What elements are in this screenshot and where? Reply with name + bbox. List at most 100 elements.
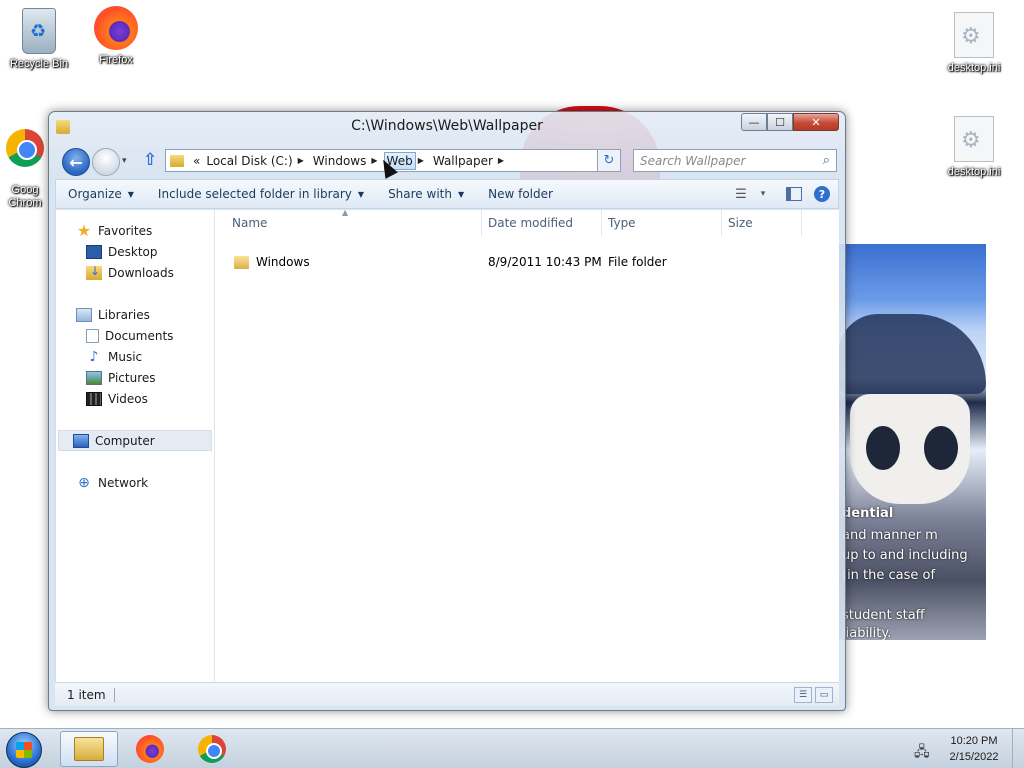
file-date-modified: 8/9/2011 10:43 PM — [488, 255, 602, 269]
wallpaper-text-line: (in the case of — [842, 568, 936, 583]
column-headers: ▲ Name Date modified Type Size — [216, 208, 840, 236]
maximize-button[interactable]: ☐ — [767, 113, 793, 131]
nav-music[interactable]: ♪ Music — [86, 346, 143, 367]
wallpaper-text-line: dential — [842, 506, 894, 521]
include-in-library-label: Include selected folder in library — [157, 187, 352, 201]
status-bar: 1 item ☰ ▭ — [55, 682, 839, 706]
file-list-pane[interactable]: ▲ Name Date modified Type Size Windows 8… — [216, 208, 840, 682]
forward-button[interactable] — [92, 148, 120, 176]
search-icon[interactable]: ⌕ — [823, 153, 830, 168]
include-in-library-button[interactable]: Include selected folder in library ▼ — [146, 187, 376, 201]
back-button[interactable]: ← — [62, 148, 90, 176]
desktop-icon-desktop-ini-2[interactable]: desktop.ini — [938, 116, 1010, 178]
desktop-icon-label: Recycle Bin — [9, 58, 69, 70]
taskbar-firefox-button[interactable] — [121, 731, 179, 767]
breadcrumb-windows[interactable]: Windows — [310, 154, 370, 168]
show-desktop-button[interactable] — [1012, 729, 1024, 768]
documents-icon — [86, 328, 99, 343]
navigation-pane[interactable]: ★ Favorites Desktop Downloads Libraries … — [56, 210, 215, 682]
view-options-dropdown[interactable]: ▾ — [752, 189, 774, 199]
nav-label: Music — [108, 349, 143, 364]
nav-label: Computer — [95, 433, 155, 448]
new-folder-button[interactable]: New folder — [476, 187, 565, 201]
file-row[interactable]: Windows 8/9/2011 10:43 PM File folder — [216, 252, 840, 274]
preview-pane-icon[interactable] — [786, 187, 802, 201]
desktop-icon-desktop-ini[interactable]: desktop.ini — [938, 12, 1010, 74]
nav-label: Desktop — [108, 244, 158, 259]
change-view-icon[interactable]: ☰ — [730, 187, 752, 202]
downloads-icon — [86, 264, 102, 280]
libraries-icon — [76, 307, 92, 322]
desktop-icon-label: desktop.ini — [947, 166, 1001, 178]
title-bar[interactable]: C:\Windows\Web\Wallpaper — ☐ ✕ — [49, 112, 845, 142]
minimize-button[interactable]: — — [741, 113, 767, 131]
nav-label: Videos — [108, 391, 148, 406]
clock-date: 2/15/2022 — [949, 751, 999, 763]
help-icon[interactable]: ? — [814, 186, 830, 202]
nav-desktop[interactable]: Desktop — [86, 241, 158, 262]
explorer-icon — [74, 737, 104, 761]
wallpaper-hair — [838, 314, 986, 394]
address-overflow-button[interactable]: « — [190, 154, 203, 168]
desktop-icon-label: Firefox — [99, 54, 133, 66]
clock[interactable]: 10:20 PM 2/15/2022 — [938, 733, 1010, 765]
command-bar-right: ☰ ▾ ? — [730, 186, 838, 202]
status-view-buttons: ☰ ▭ — [791, 686, 833, 703]
column-header-type[interactable]: Type — [602, 210, 722, 236]
ini-file-icon — [954, 116, 994, 162]
nav-videos[interactable]: Videos — [86, 388, 148, 409]
taskbar-explorer-button[interactable] — [60, 731, 118, 767]
nav-downloads[interactable]: Downloads — [86, 262, 174, 283]
chrome-icon — [198, 735, 226, 763]
computer-icon — [73, 433, 89, 448]
firefox-icon — [94, 6, 138, 50]
desktop-icon-recycle-bin[interactable]: Recycle Bin — [3, 8, 75, 70]
large-icons-view-icon[interactable]: ▭ — [815, 686, 833, 703]
nav-network[interactable]: ⊕ Network — [76, 472, 148, 493]
column-header-date-modified[interactable]: Date modified — [482, 210, 602, 236]
nav-pictures[interactable]: Pictures — [86, 367, 156, 388]
network-tray-icon[interactable]: 🖧 — [914, 741, 930, 765]
close-button[interactable]: ✕ — [793, 113, 839, 131]
desktop-icon — [86, 244, 102, 259]
breadcrumb-wallpaper[interactable]: Wallpaper — [430, 154, 496, 168]
search-input[interactable] — [640, 153, 810, 168]
videos-icon — [86, 391, 102, 406]
breadcrumb-chevron-icon[interactable]: ▶ — [496, 156, 510, 165]
music-icon: ♪ — [89, 348, 99, 365]
command-bar: Organize ▼ Include selected folder in lib… — [55, 179, 839, 209]
caption-buttons: — ☐ ✕ — [741, 113, 839, 131]
organize-label: Organize — [68, 187, 122, 201]
nav-favorites[interactable]: ★ Favorites — [76, 220, 152, 241]
windows-logo-icon — [16, 742, 32, 758]
desktop-icon-chrome[interactable]: Goog Chrom — [0, 116, 50, 223]
refresh-button[interactable]: ↻ — [597, 149, 621, 172]
firefox-icon — [136, 735, 164, 763]
star-icon: ★ — [76, 220, 92, 240]
taskbar-chrome-button[interactable] — [183, 731, 241, 767]
share-with-button[interactable]: Share with ▼ — [376, 187, 476, 201]
desktop-icon-label: Goog Chrom — [8, 184, 42, 209]
nav-label: Downloads — [108, 265, 174, 280]
file-name: Windows — [256, 255, 310, 269]
nav-documents[interactable]: Documents — [86, 325, 173, 346]
organize-button[interactable]: Organize ▼ — [56, 187, 146, 201]
breadcrumb-local-disk[interactable]: Local Disk (C:) — [203, 154, 295, 168]
chevron-down-icon: ▼ — [127, 189, 134, 199]
breadcrumb-chevron-icon[interactable]: ▶ — [296, 156, 310, 165]
details-view-icon[interactable]: ☰ — [794, 686, 812, 703]
new-folder-label: New folder — [488, 187, 553, 201]
recent-pages-dropdown[interactable]: ▾ — [122, 156, 127, 166]
nav-libraries[interactable]: Libraries — [76, 304, 150, 325]
up-button[interactable]: ⇧ — [143, 150, 157, 170]
breadcrumb-chevron-icon[interactable]: ▶ — [416, 156, 430, 165]
desktop-icon-firefox[interactable]: Firefox — [80, 6, 152, 66]
search-box[interactable]: ⌕ — [633, 149, 837, 172]
explorer-window: C:\Windows\Web\Wallpaper — ☐ ✕ ← ▾ ⇧ « L… — [48, 111, 846, 711]
nav-computer[interactable]: Computer — [58, 430, 212, 451]
nav-label: Network — [98, 475, 149, 490]
column-header-size[interactable]: Size — [722, 210, 802, 236]
wallpaper-text-line: liability. — [842, 626, 892, 640]
start-button[interactable] — [6, 732, 42, 768]
column-header-name[interactable]: Name — [226, 210, 482, 236]
